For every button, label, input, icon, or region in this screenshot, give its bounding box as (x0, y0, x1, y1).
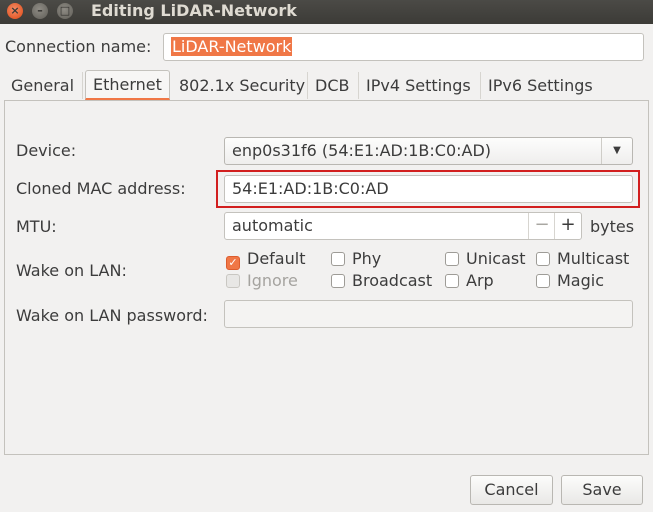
checkbox-icon (445, 274, 459, 288)
device-value: enp0s31f6 (54:E1:AD:1B:C0:AD) (232, 141, 492, 160)
wol-phy-label: Phy (352, 249, 382, 268)
checkbox-icon (445, 252, 459, 266)
tab-dcb[interactable]: DCB (308, 72, 359, 99)
wol-broadcast-checkbox[interactable]: Broadcast (331, 270, 432, 292)
window-maximize-icon[interactable]: □ (57, 3, 73, 19)
wol-unicast-checkbox[interactable]: Unicast (445, 248, 526, 270)
wol-default-label: Default (247, 249, 306, 268)
wol-arp-checkbox[interactable]: Arp (445, 270, 494, 292)
cloned-mac-label: Cloned MAC address: (16, 179, 186, 198)
tab-ethernet[interactable]: Ethernet (85, 70, 170, 100)
tab-802-1x-security[interactable]: 802.1x Security (172, 72, 308, 99)
wol-ignore-label: Ignore (247, 271, 298, 290)
wol-label: Wake on LAN: (16, 261, 127, 280)
device-combo[interactable]: enp0s31f6 (54:E1:AD:1B:C0:AD) ▼ (224, 137, 633, 165)
checkbox-icon (331, 252, 345, 266)
tab-general[interactable]: General (4, 72, 83, 99)
checkbox-icon (226, 274, 240, 288)
mtu-unit: bytes (590, 217, 635, 236)
wol-multicast-checkbox[interactable]: Multicast (536, 248, 629, 270)
checkbox-icon (536, 252, 550, 266)
wol-ignore-checkbox: Ignore (226, 270, 298, 292)
mtu-decrement-button[interactable]: − (528, 213, 555, 239)
wol-broadcast-label: Broadcast (352, 271, 433, 290)
wol-password-input[interactable] (224, 300, 633, 328)
window-close-icon[interactable]: × (7, 3, 23, 19)
checkbox-icon (331, 274, 345, 288)
tab-ipv6-settings[interactable]: IPv6 Settings (481, 72, 603, 99)
cancel-button[interactable]: Cancel (470, 475, 553, 505)
chevron-down-icon[interactable]: ▼ (601, 138, 632, 164)
cloned-mac-input[interactable]: 54:E1:AD:1B:C0:AD (224, 175, 633, 203)
device-label: Device: (16, 141, 77, 160)
window-title: Editing LiDAR-Network (91, 1, 297, 20)
connection-name-input[interactable]: LiDAR-Network (163, 33, 644, 61)
mtu-label: MTU: (16, 217, 57, 236)
wol-multicast-label: Multicast (557, 249, 630, 268)
wol-magic-label: Magic (557, 271, 605, 290)
checkmark-icon: ✓ (226, 256, 240, 270)
wol-password-label: Wake on LAN password: (16, 306, 208, 325)
wol-unicast-label: Unicast (466, 249, 526, 268)
wol-magic-checkbox[interactable]: Magic (536, 270, 604, 292)
wol-phy-checkbox[interactable]: Phy (331, 248, 381, 270)
connection-name-value: LiDAR-Network (171, 37, 293, 56)
checkbox-icon (536, 274, 550, 288)
wol-arp-label: Arp (466, 271, 494, 290)
mtu-stepper[interactable]: automatic − + (224, 212, 582, 240)
mtu-value: automatic (232, 216, 313, 235)
connection-name-label: Connection name: (5, 37, 152, 56)
title-bar: × – □ Editing LiDAR-Network (0, 0, 653, 24)
wol-default-checkbox[interactable]: ✓ Default (226, 248, 305, 270)
mtu-increment-button[interactable]: + (554, 213, 581, 239)
tab-ipv4-settings[interactable]: IPv4 Settings (359, 72, 481, 99)
cloned-mac-value: 54:E1:AD:1B:C0:AD (232, 179, 389, 198)
window-minimize-icon[interactable]: – (32, 3, 48, 19)
save-button[interactable]: Save (561, 475, 643, 505)
